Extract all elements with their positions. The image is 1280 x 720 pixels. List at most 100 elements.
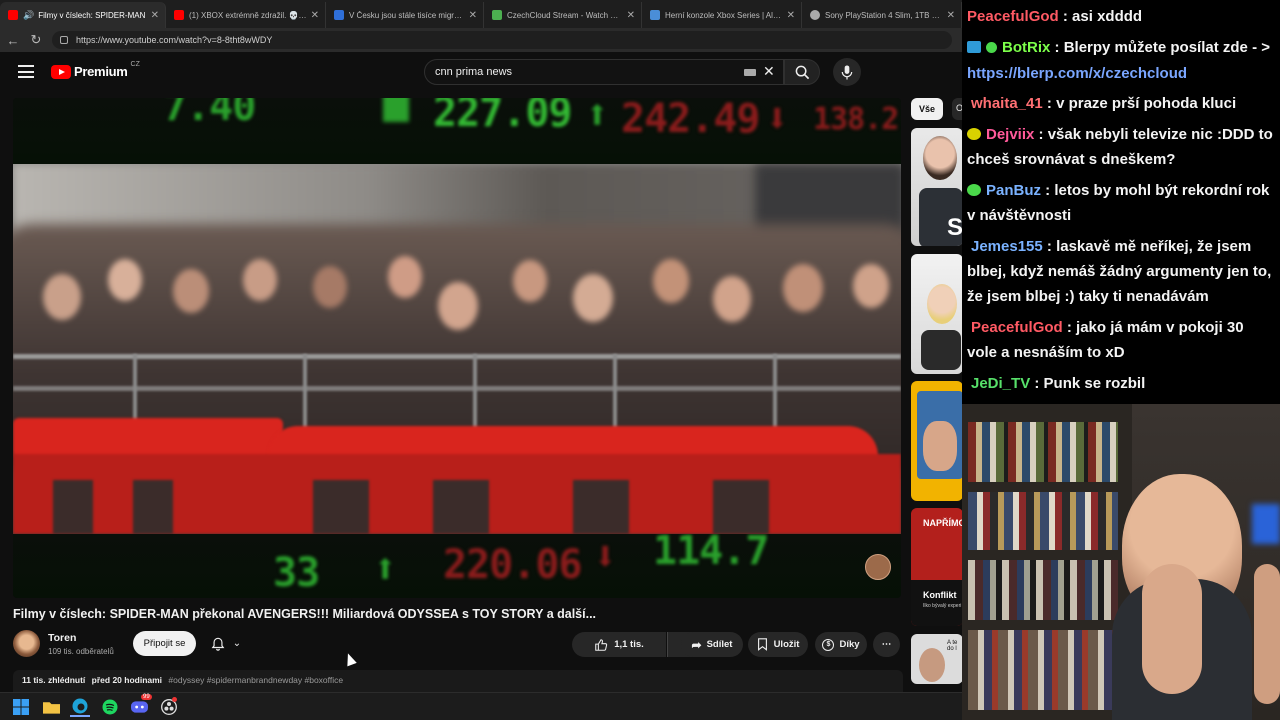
thumbnail-text: NAPŘÍMO <box>923 518 962 528</box>
like-button[interactable]: 1,1 tis. <box>572 632 666 657</box>
file-explorer-icon[interactable] <box>41 697 61 717</box>
chat-username: PeacefulGod <box>967 8 1059 25</box>
barrier-gap <box>313 480 369 534</box>
face <box>438 282 478 330</box>
obs-icon[interactable] <box>159 697 179 717</box>
share-button[interactable]: ➦ Sdílet <box>681 632 743 657</box>
recommended-thumbnail[interactable]: S <box>911 128 962 246</box>
join-button[interactable]: Připojit se <box>133 631 196 656</box>
search-value: cnn prima news <box>435 66 513 78</box>
ticker-value: 114.7 <box>653 534 769 574</box>
close-tab-icon[interactable]: ✕ <box>627 10 635 21</box>
spotify-icon[interactable] <box>100 697 120 717</box>
recommended-thumbnail[interactable]: A te do l <box>911 634 962 684</box>
news-favicon-icon <box>334 10 344 20</box>
tab-spiderman[interactable]: 🔊 Filmy v číslech: SPIDER-MAN ✕ <box>0 2 166 28</box>
face <box>108 259 142 301</box>
youtube-premium-logo[interactable]: Premium CZ <box>51 61 140 79</box>
speaker-icon[interactable]: 🔊 <box>23 10 34 21</box>
face <box>853 264 889 308</box>
led-light <box>1252 504 1280 544</box>
tab-alza[interactable]: Herní konzole Xbox Series | Alza.cz ✕ <box>642 2 802 28</box>
chat-text: asi xdddd <box>1072 8 1143 25</box>
close-tab-icon[interactable]: ✕ <box>469 10 477 21</box>
subscriber-count: 109 tis. odběratelů <box>48 647 114 656</box>
youtube-play-icon <box>51 64 71 79</box>
face <box>313 266 347 308</box>
reload-icon[interactable]: ↻ <box>26 30 46 50</box>
mouse-cursor <box>343 651 357 667</box>
books-row <box>968 422 1118 482</box>
youtube-header: Premium CZ cnn prima news ✕ <box>0 52 962 92</box>
tab-migranti[interactable]: V Česku jsou stále tisíce migrantů ✕ <box>326 2 484 28</box>
clear-search-icon[interactable]: ✕ <box>763 63 775 80</box>
description-box[interactable]: 11 tis. zhlédnutí před 20 hodinami #odys… <box>13 670 903 692</box>
edge-browser-icon[interactable] <box>70 697 90 717</box>
chip-all[interactable]: Vše <box>911 98 943 120</box>
tab-title: Sony PlayStation 4 Slim, 1TB čern <box>825 10 943 20</box>
notification-bell-button[interactable]: ⌄ <box>202 631 250 656</box>
tab-czechcloud[interactable]: CzechCloud Stream - Watch Live o ✕ <box>484 2 642 28</box>
url-field[interactable]: https://www.youtube.com/watch?v=8-8tht8w… <box>52 31 952 49</box>
face <box>783 264 823 312</box>
menu-icon[interactable] <box>18 65 34 78</box>
recommended-thumbnail[interactable] <box>911 381 962 501</box>
tab-playstation[interactable]: Sony PlayStation 4 Slim, 1TB čern ✕ <box>802 2 962 28</box>
search-input[interactable]: cnn prima news <box>424 59 784 85</box>
verified-badge-icon <box>986 42 997 53</box>
channel-name[interactable]: Toren <box>48 632 76 644</box>
chat-username: Dejviix <box>986 126 1035 143</box>
books-row <box>968 492 1118 550</box>
super-thanks-icon: $ <box>822 638 835 651</box>
recording-dot-icon <box>172 697 177 702</box>
voice-search-button[interactable] <box>833 58 861 86</box>
channel-avatar[interactable] <box>13 630 40 657</box>
up-arrow-icon: ⬆ <box>373 546 397 592</box>
search-icon <box>795 65 809 79</box>
discord-icon[interactable]: 99 <box>129 694 152 717</box>
like-count: 1,1 tis. <box>614 639 644 650</box>
tab-title: (1) XBOX extrémně zdražil. 💀 | R <box>189 10 307 20</box>
tab-xbox[interactable]: (1) XBOX extrémně zdražil. 💀 | R ✕ <box>166 2 326 28</box>
close-tab-icon[interactable]: ✕ <box>787 10 795 21</box>
search-button[interactable] <box>784 59 820 85</box>
close-tab-icon[interactable]: ✕ <box>151 10 159 21</box>
logo-text: Premium <box>74 64 128 79</box>
thumbnail-body <box>921 330 961 370</box>
windows-start-icon[interactable] <box>11 697 31 717</box>
chat-username: Jemes155 <box>971 238 1043 255</box>
thumbnail-face <box>923 136 957 180</box>
kick-favicon-icon <box>492 10 502 20</box>
chat-message: PeacefulGod : asi xdddd <box>967 8 1143 25</box>
thumbnail-subtext: Ilko bývalý experi <box>923 603 962 609</box>
more-actions-button[interactable]: ⋯ <box>873 632 900 657</box>
chip-next[interactable]: O <box>952 98 962 120</box>
microphone-icon <box>841 64 853 80</box>
face <box>173 269 209 313</box>
close-tab-icon[interactable]: ✕ <box>311 10 319 21</box>
back-arrow-icon[interactable]: ← <box>3 30 23 50</box>
tab-bar: 🔊 Filmy v číslech: SPIDER-MAN ✕ (1) XBOX… <box>0 0 962 28</box>
share-arrow-icon: ➦ <box>691 637 702 652</box>
recommended-thumbnail[interactable]: NAPŘÍMO Konflikt Ilko bývalý experi <box>911 508 962 626</box>
down-arrow-icon: ⬇ <box>765 98 789 142</box>
chat-username: PeacefulGod <box>971 319 1063 336</box>
channel-watermark[interactable] <box>865 554 891 580</box>
thanks-label: Díky <box>839 639 860 650</box>
site-info-icon[interactable] <box>60 36 68 44</box>
metal-barrier-rail <box>13 354 901 359</box>
chat-link[interactable]: https://blerp.com/x/czechcloud <box>967 65 1187 82</box>
hashtags[interactable]: #odyssey #spidermanbrandnewday #boxoffic… <box>168 675 343 685</box>
keyboard-icon[interactable] <box>744 69 756 76</box>
share-label: Sdílet <box>706 639 733 650</box>
close-tab-icon[interactable]: ✕ <box>947 10 955 21</box>
taskbar: 99 <box>0 692 962 720</box>
save-button[interactable]: Uložit <box>748 632 808 657</box>
video-player[interactable]: 7.40 227.09 ⬆ 242.49 ⬇ 138.2 33 ⬆ 220.06… <box>13 98 901 598</box>
bell-icon <box>211 637 225 651</box>
metal-barrier-rail <box>13 386 901 391</box>
recommended-thumbnail[interactable] <box>911 254 962 374</box>
publish-date: před 20 hodinami <box>91 675 163 685</box>
thanks-button[interactable]: $ Díky <box>815 632 867 657</box>
barrier-gap <box>573 480 629 534</box>
